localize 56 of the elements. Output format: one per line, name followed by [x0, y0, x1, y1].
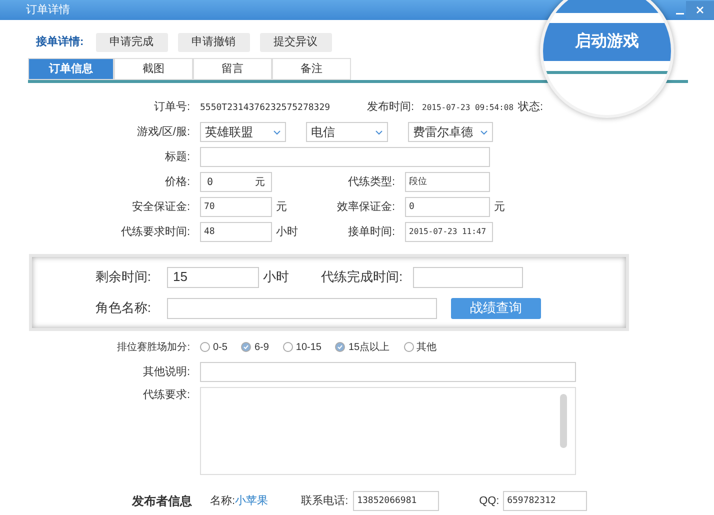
input-field[interactable]: 48: [200, 222, 272, 242]
radio-option[interactable]: 15点以上: [335, 340, 390, 354]
field-label: QQ:: [479, 494, 500, 509]
unit-label: 元: [255, 176, 265, 190]
field-label: 发布时间:: [367, 100, 414, 113]
tab[interactable]: 订单信息: [28, 58, 114, 80]
radio-option[interactable]: 0-5: [200, 340, 228, 354]
field-label: 其他说明:: [142, 366, 190, 378]
input-field[interactable]: 15: [167, 266, 259, 288]
field-label: 安全保证金:: [132, 200, 190, 213]
field-label: 代练类型:: [348, 176, 395, 188]
input-field[interactable]: 659782312: [503, 491, 588, 511]
field-label: 接单时间:: [348, 226, 395, 238]
unit-label: 小时: [262, 268, 290, 286]
tab[interactable]: 截图: [114, 58, 193, 80]
input-field[interactable]: 段位: [405, 172, 490, 192]
radio-option[interactable]: 6-9: [241, 340, 269, 354]
unit-label: 元: [493, 200, 505, 215]
dropdown[interactable]: 电信: [306, 122, 388, 142]
input-field[interactable]: 70: [200, 197, 272, 217]
dropdown[interactable]: 费雷尔卓德: [408, 122, 493, 142]
field-label: 订单号:: [154, 100, 190, 113]
radio-option[interactable]: 其他: [404, 340, 437, 354]
input-field[interactable]: 0 元: [200, 172, 272, 192]
action-button[interactable]: 申请完成: [96, 33, 168, 52]
input-field[interactable]: 0: [405, 197, 490, 217]
section-heading: 发布者信息: [132, 493, 193, 510]
section-label: 接单详情:: [36, 34, 84, 50]
action-button[interactable]: 申请撤销: [178, 33, 250, 52]
radio-option[interactable]: 10-15: [282, 340, 322, 354]
input-field[interactable]: 2015-07-23 11:47: [405, 222, 493, 242]
field-label: 代练要求时间:: [120, 226, 190, 238]
tab[interactable]: 备注: [272, 58, 351, 80]
field-label: 价格:: [164, 176, 190, 188]
field-label: 剩余时间:: [95, 269, 151, 284]
action-button[interactable]: 提交异议: [260, 33, 332, 52]
field-label: 代练要求:: [142, 389, 190, 401]
field-label: 代练完成时间:: [321, 268, 404, 286]
field-label: 效率保证金:: [336, 200, 395, 213]
field-label: 名称:: [210, 494, 236, 509]
field-label: 游戏/区/服:: [136, 126, 190, 138]
publish-time: 2015-07-23 09:54:08: [422, 102, 514, 112]
field-label: 角色名称:: [95, 300, 151, 316]
tab[interactable]: 留言: [193, 58, 272, 80]
unit-label: 元: [275, 200, 288, 215]
dropdown[interactable]: 英雄联盟: [200, 122, 286, 142]
field-label: 标题:: [164, 150, 190, 163]
order-number: 5550T2314376232575278329: [200, 102, 330, 113]
window-title: 订单详情: [26, 2, 70, 18]
field-label: 联系电话:: [301, 494, 350, 509]
launch-game-button[interactable]: 启动游戏: [543, 23, 671, 61]
field-label: 排位赛胜场加分:: [117, 342, 190, 352]
unit-label: 小时: [275, 224, 299, 240]
field-label: 状态:: [518, 100, 544, 115]
input-field[interactable]: 13852066981: [353, 491, 440, 511]
publisher-name: 小苹果: [235, 494, 270, 509]
